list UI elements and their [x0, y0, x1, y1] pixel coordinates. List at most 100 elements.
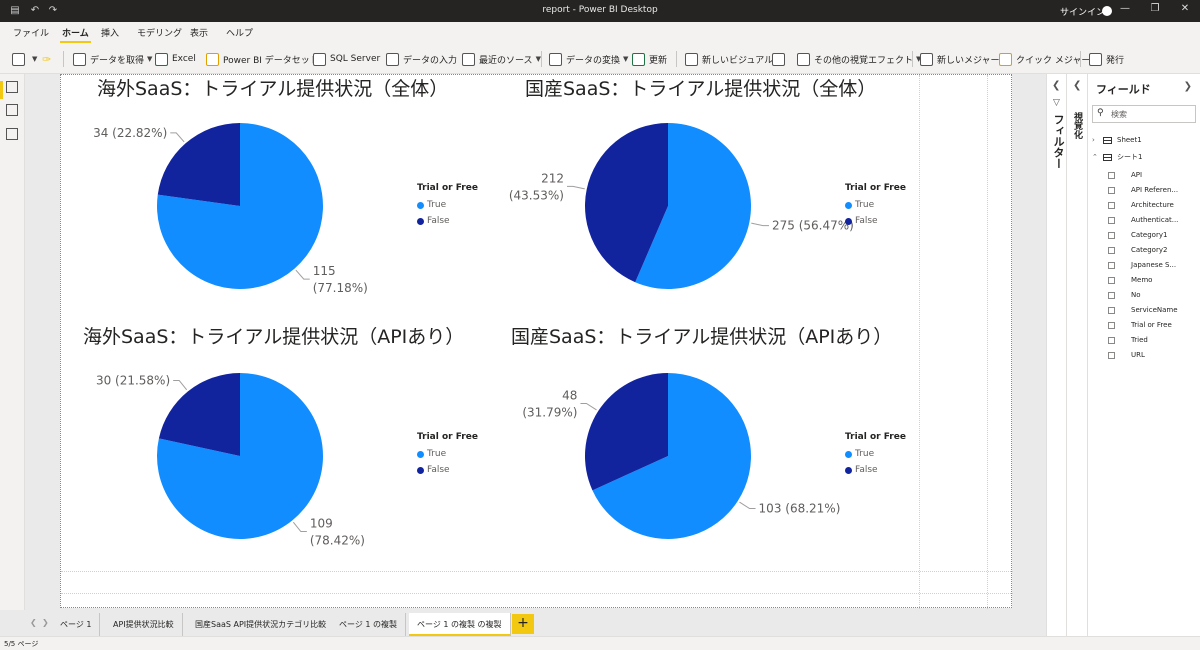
- field-checkbox[interactable]: [1108, 321, 1115, 329]
- fields-search-input[interactable]: ⚲ 検索: [1092, 105, 1196, 123]
- tab-home[interactable]: ホーム: [60, 26, 91, 43]
- pbi-dataset-button[interactable]: Power BI データセット: [206, 51, 319, 67]
- recent-sources-button[interactable]: 最近のソース ▼: [462, 51, 541, 67]
- new-visual-button[interactable]: 新しいビジュアル: [685, 51, 773, 67]
- legend-item-true[interactable]: True: [417, 449, 478, 459]
- field-name: Category2: [1131, 246, 1168, 254]
- field-checkbox[interactable]: [1108, 261, 1115, 269]
- field-checkbox[interactable]: [1108, 246, 1115, 254]
- restore-icon[interactable]: ❐: [1140, 3, 1170, 19]
- recent-icon: [462, 52, 475, 66]
- filters-pane[interactable]: ❮ ▽ フィルター: [1046, 74, 1066, 636]
- pie-chart-visual[interactable]: 海外SaaS：トライアル提供状況（全体） 115 (77.18%) 34 (22.82…: [80, 74, 500, 314]
- field-item[interactable]: Tried: [1108, 336, 1148, 344]
- field-checkbox[interactable]: [1108, 306, 1115, 314]
- tab-insert[interactable]: 挿入: [101, 26, 119, 39]
- visualizations-pane[interactable]: ❮ 視覚化: [1066, 74, 1087, 636]
- data-label: 34 (22.82%): [93, 126, 167, 140]
- field-checkbox[interactable]: [1108, 201, 1115, 209]
- enter-data-button[interactable]: データの入力: [386, 51, 457, 67]
- field-item[interactable]: Category2: [1108, 246, 1167, 254]
- publish-button[interactable]: 発行: [1089, 51, 1124, 67]
- tab-file[interactable]: ファイル: [13, 26, 49, 39]
- field-item[interactable]: Authenticat...: [1108, 216, 1178, 224]
- transform-icon: [549, 52, 562, 66]
- prev-page-icon[interactable]: ❮: [30, 618, 37, 627]
- get-data-button[interactable]: データを取得 ▼: [73, 51, 152, 67]
- excel-button[interactable]: Excel: [155, 51, 196, 67]
- paste-button[interactable]: ▼: [12, 51, 37, 67]
- legend-item-false[interactable]: False: [845, 216, 906, 226]
- tab-modeling[interactable]: モデリング: [137, 26, 182, 39]
- field-item[interactable]: Category1: [1108, 231, 1167, 239]
- field-item[interactable]: Architecture: [1108, 201, 1174, 209]
- brush-icon: ✑: [42, 52, 52, 66]
- legend-label: True: [855, 449, 875, 459]
- text-box-button[interactable]: [772, 51, 789, 67]
- field-checkbox[interactable]: [1108, 171, 1115, 179]
- field-item[interactable]: URL: [1108, 351, 1145, 359]
- field-item[interactable]: API: [1108, 171, 1142, 179]
- chevron-left-icon[interactable]: ❮: [1073, 80, 1081, 91]
- legend-item-true[interactable]: True: [845, 449, 906, 459]
- field-checkbox[interactable]: [1108, 351, 1115, 359]
- field-item[interactable]: Trial or Free: [1108, 321, 1172, 329]
- next-page-icon[interactable]: ❯: [42, 618, 49, 627]
- pie-chart-visual[interactable]: 国産SaaS：トライアル提供状況（APIあり） 103 (68.21%) 48 (31…: [508, 322, 928, 562]
- report-view-icon[interactable]: [6, 81, 18, 93]
- minimize-icon[interactable]: —: [1110, 3, 1140, 19]
- field-checkbox[interactable]: [1108, 336, 1115, 344]
- field-item[interactable]: ServiceName: [1108, 306, 1178, 314]
- legend-item-true[interactable]: True: [845, 200, 906, 210]
- sql-server-button[interactable]: SQL Server: [313, 51, 380, 67]
- field-item[interactable]: Memo: [1108, 276, 1152, 284]
- model-view-icon[interactable]: [6, 128, 18, 140]
- table-sheet1[interactable]: › Sheet1: [1092, 136, 1142, 144]
- legend-item-true[interactable]: True: [417, 200, 478, 210]
- field-checkbox[interactable]: [1108, 186, 1115, 194]
- visualizations-pane-label: 視覚化: [1072, 112, 1082, 139]
- pie-svg: 115 (77.18%) 34 (22.82%): [93, 123, 368, 295]
- page-tab[interactable]: ページ 1: [52, 613, 101, 636]
- field-checkbox[interactable]: [1108, 291, 1115, 299]
- new-measure-label: 新しいメジャー: [937, 55, 1000, 66]
- more-visuals-icon: [797, 52, 810, 66]
- refresh-button[interactable]: 更新: [632, 51, 667, 67]
- chart-legend: Trial or Free True False: [417, 432, 478, 481]
- leader-line: [295, 269, 310, 280]
- tab-view[interactable]: 表示: [190, 26, 208, 39]
- add-page-button[interactable]: +: [512, 614, 534, 634]
- transform-data-button[interactable]: データの変換 ▼: [549, 51, 628, 67]
- tab-help[interactable]: ヘルプ: [226, 26, 253, 39]
- page-tab[interactable]: ページ 1 の複製: [331, 613, 407, 636]
- page-tab[interactable]: API提供状況比較: [105, 613, 183, 636]
- pie-slice-false[interactable]: [157, 123, 240, 206]
- more-visuals-button[interactable]: その他の視覚エフェクト ▼: [797, 51, 921, 67]
- page-tab[interactable]: ページ 1 の複製 の複製: [409, 613, 511, 636]
- chevron-right-icon[interactable]: ❯: [1184, 81, 1192, 92]
- field-item[interactable]: Japanese S...: [1108, 261, 1176, 269]
- table-sheet-jp[interactable]: ⌃ シート1: [1092, 152, 1142, 162]
- leader-line: [580, 402, 597, 411]
- new-measure-button[interactable]: 新しいメジャー: [920, 51, 1000, 67]
- chart-legend: Trial or Free True False: [417, 183, 478, 232]
- field-item[interactable]: No: [1108, 291, 1141, 299]
- format-painter-button[interactable]: ✑: [42, 51, 51, 67]
- legend-item-false[interactable]: False: [417, 216, 478, 226]
- signin-link[interactable]: サインイン: [1060, 5, 1105, 18]
- chevron-left-icon[interactable]: ❮: [1052, 80, 1060, 91]
- field-item[interactable]: API Referen...: [1108, 186, 1178, 194]
- pie-svg: 103 (68.21%) 48 (31.79%): [522, 373, 840, 539]
- pie-chart-visual[interactable]: 海外SaaS：トライアル提供状況（APIあり） 109 (78.42%) 30 (21…: [80, 322, 500, 562]
- field-checkbox[interactable]: [1108, 216, 1115, 224]
- legend-item-false[interactable]: False: [417, 465, 478, 475]
- close-icon[interactable]: ✕: [1170, 3, 1200, 19]
- pie-chart-visual[interactable]: 国産SaaS：トライアル提供状況（全体） 275 (56.47%) 212 (43.5…: [508, 74, 928, 314]
- field-checkbox[interactable]: [1108, 276, 1115, 284]
- field-name: ServiceName: [1131, 306, 1178, 314]
- field-checkbox[interactable]: [1108, 231, 1115, 239]
- quick-measure-button[interactable]: クイック メジャー: [999, 51, 1090, 67]
- data-view-icon[interactable]: [6, 104, 18, 116]
- legend-item-false[interactable]: False: [845, 465, 906, 475]
- page-tab[interactable]: 国産SaaS API提供状況カテゴリ比較: [187, 613, 336, 636]
